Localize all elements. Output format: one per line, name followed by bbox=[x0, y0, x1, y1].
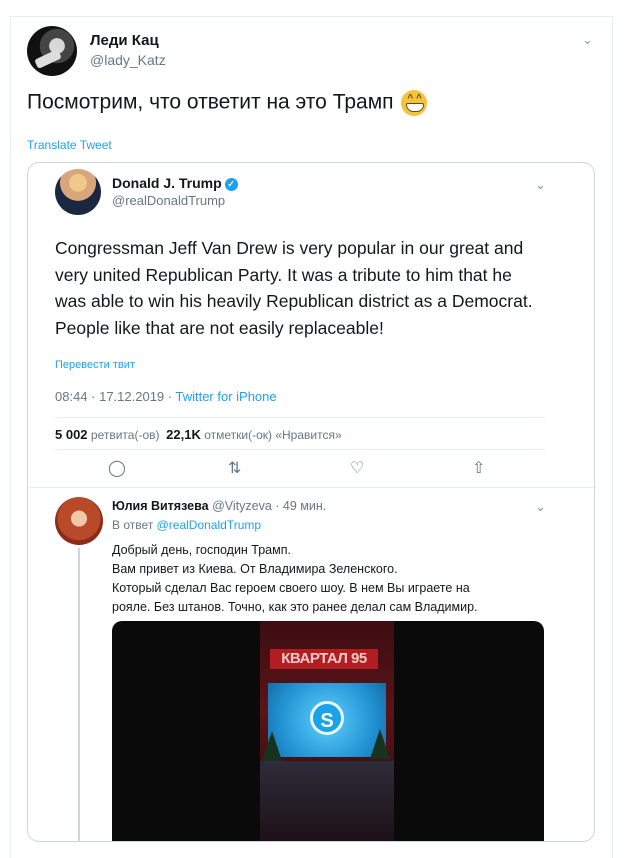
tweet-meta: 08:44 · 17.12.2019 · Twitter for iPhone bbox=[55, 389, 277, 404]
tweet-stats: 5 002 ретвита(-ов) 22,1K отметки(-ок) «Н… bbox=[55, 427, 342, 442]
reply-text-line: Вам привет из Киева. От Владимира Зеленс… bbox=[112, 562, 398, 576]
divider bbox=[28, 487, 594, 488]
reply-author-handle[interactable]: @Vityzeva · 49 мин. bbox=[212, 499, 326, 513]
reply-author[interactable]: Юлия Витязева @Vityzeva · 49 мин. bbox=[112, 499, 326, 513]
retweets-count[interactable]: 5 002 bbox=[55, 427, 88, 442]
reply-icon[interactable]: ◯ bbox=[108, 461, 126, 477]
quoted-text-line: Congressman Jeff Van Drew is very popula… bbox=[55, 238, 524, 258]
likes-count[interactable]: 22,1K bbox=[166, 427, 201, 442]
reply-to-mention[interactable]: @realDonaldTrump bbox=[157, 518, 261, 532]
reply-text: Добрый день, господин Трамп. Вам привет … bbox=[112, 541, 572, 617]
translate-tweet-link[interactable]: Перевести твит bbox=[55, 359, 135, 371]
retweet-icon[interactable]: ⇅ bbox=[228, 461, 241, 477]
reply-author-name[interactable]: Юлия Витязева bbox=[112, 499, 209, 513]
quoted-author-name-text: Donald J. Trump bbox=[112, 175, 222, 191]
quoted-tweet-text: Congressman Jeff Van Drew is very popula… bbox=[55, 235, 575, 341]
quoted-author-handle[interactable]: @realDonaldTrump bbox=[112, 193, 225, 208]
skype-logo-icon: S bbox=[310, 701, 344, 735]
reply-to-line: В ответ @realDonaldTrump bbox=[112, 518, 261, 532]
tweet-timestamp[interactable]: 08:44 · 17.12.2019 · bbox=[55, 389, 175, 404]
video-stage-floor bbox=[260, 761, 394, 841]
verified-badge-icon: ✓ bbox=[224, 178, 238, 191]
translate-tweet-link[interactable]: Translate Tweet bbox=[27, 138, 112, 152]
quoted-text-line: was able to win his heavily Republican d… bbox=[55, 291, 533, 311]
share-icon[interactable]: ⇧ bbox=[472, 461, 485, 477]
reply-to-prefix: В ответ bbox=[112, 518, 157, 532]
tweet-text-content: Посмотрим, что ответит на это Трамп bbox=[27, 90, 394, 114]
reply-text-line: Добрый день, господин Трамп. bbox=[112, 543, 291, 557]
quoted-text-line: People like that are not easily replacea… bbox=[55, 317, 384, 338]
reply-text-line: Который сделал Вас героем своего шоу. В … bbox=[112, 581, 470, 595]
avatar[interactable] bbox=[55, 497, 103, 545]
video-frame: КВАРТАЛ 95 S bbox=[260, 621, 394, 841]
tweet-actions: ◯ ⇅ ♡ ⇧ bbox=[28, 461, 594, 481]
chevron-down-icon[interactable]: ⌄ bbox=[535, 499, 546, 515]
tree-icon bbox=[370, 729, 390, 759]
video-screen: S bbox=[268, 683, 386, 757]
quoted-tweet-card[interactable]: Donald J. Trump ✓ @realDonaldTrump ⌄ Cong… bbox=[27, 162, 595, 842]
tweet-text: Посмотрим, что ответит на это Трамп bbox=[27, 90, 428, 116]
video-stage-sign: КВАРТАЛ 95 bbox=[270, 649, 378, 669]
likes-label[interactable]: отметки(-ок) «Нравится» bbox=[204, 428, 341, 442]
grinning-face-icon bbox=[401, 90, 428, 116]
quoted-author-name[interactable]: Donald J. Trump ✓ bbox=[112, 175, 238, 191]
tree-icon bbox=[262, 731, 282, 761]
divider bbox=[55, 449, 545, 450]
chevron-down-icon[interactable]: ⌄ bbox=[535, 177, 546, 193]
chevron-down-icon[interactable]: ⌄ bbox=[582, 32, 593, 48]
video-player[interactable]: КВАРТАЛ 95 S bbox=[112, 621, 544, 841]
quoted-text-line: very united Republican Party. It was a t… bbox=[55, 264, 512, 285]
avatar[interactable] bbox=[55, 169, 101, 215]
avatar[interactable] bbox=[27, 26, 77, 76]
author-handle[interactable]: @lady_Katz bbox=[90, 52, 166, 68]
tweet-source-link[interactable]: Twitter for iPhone bbox=[175, 389, 276, 404]
divider bbox=[55, 417, 545, 418]
like-icon[interactable]: ♡ bbox=[350, 461, 364, 477]
retweets-label[interactable]: ретвита(-ов) bbox=[91, 428, 160, 442]
author-name[interactable]: Леди Кац bbox=[90, 32, 159, 49]
thread-line bbox=[78, 548, 80, 841]
reply-text-line: рояле. Без штанов. Точно, как это ранее … bbox=[112, 600, 478, 614]
